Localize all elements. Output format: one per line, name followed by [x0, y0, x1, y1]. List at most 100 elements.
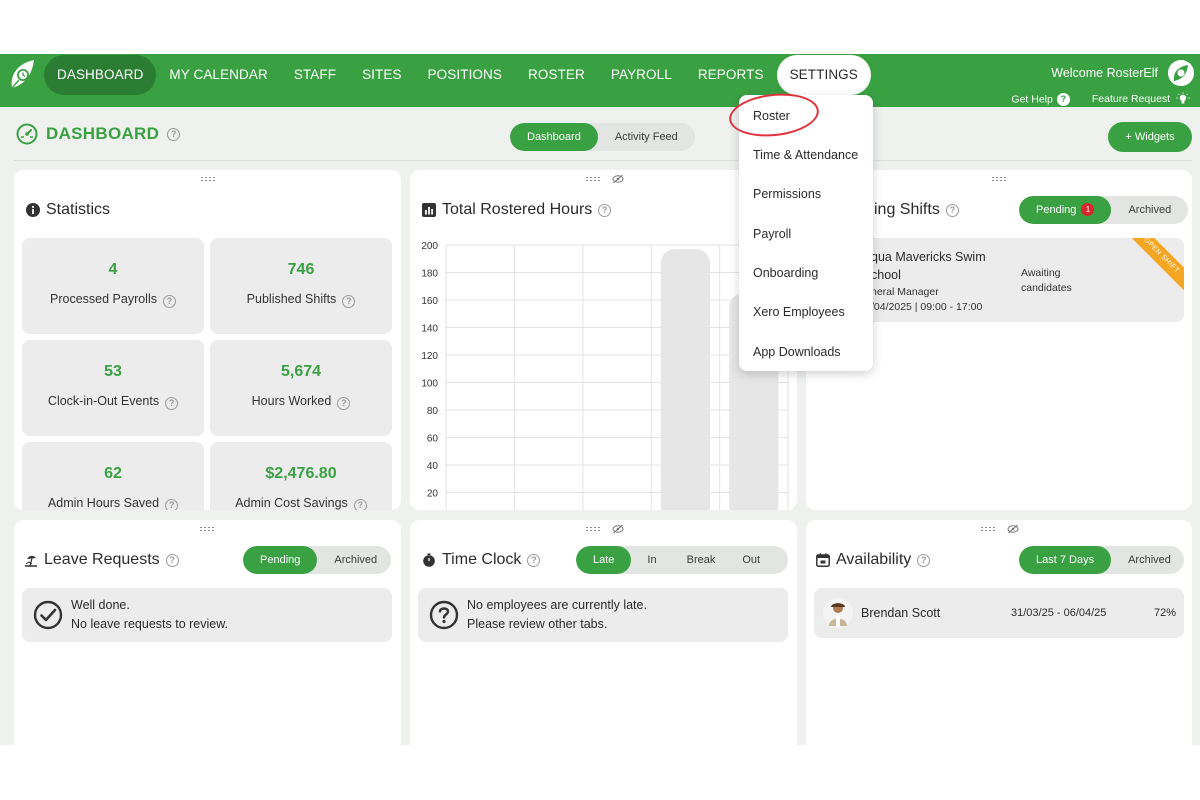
tab-dashboard[interactable]: Dashboard [510, 123, 598, 151]
rosterelf-logo-icon[interactable] [8, 58, 38, 92]
help-icon[interactable]: ? [165, 553, 179, 567]
nav-payroll[interactable]: PAYROLL [598, 55, 685, 95]
stat-value: 53 [104, 363, 122, 380]
help-icon[interactable]: ? [167, 127, 181, 141]
stopwatch-icon [423, 553, 435, 567]
nav-settings[interactable]: SETTINGS [776, 55, 871, 95]
tab-in[interactable]: In [631, 546, 672, 574]
chart-y-tick-label: 180 [421, 269, 438, 280]
dashboard-view-tabs: Dashboard Activity Feed [510, 123, 695, 151]
page-title: DASHBOARD [46, 124, 160, 143]
stat-label: Admin Hours Saved? [22, 496, 204, 510]
stat-tile-hours-worked: 5,674 Hours Worked? [210, 340, 392, 436]
drag-handle-icon[interactable] [585, 526, 601, 532]
header-divider [14, 160, 1192, 161]
shift-status-cont: candidates [1021, 282, 1072, 294]
leave-message-text: Well done. No leave requests to review. [71, 596, 228, 634]
tab-activity-feed[interactable]: Activity Feed [598, 123, 695, 151]
help-icon[interactable]: ? [945, 203, 959, 217]
settings-menu-xero-employees[interactable]: Xero Employees [753, 305, 845, 319]
drag-handle-icon[interactable] [991, 176, 1007, 182]
tab-late[interactable]: Late [576, 546, 632, 574]
help-links: Get Help? Feature Request [1011, 92, 1190, 106]
nav-staff[interactable]: STAFF [281, 55, 349, 95]
chart-y-tick-label: 40 [427, 461, 439, 472]
tab-pending[interactable]: Pending [243, 546, 318, 574]
chart-y-tick-label: 20 [427, 489, 439, 500]
nav-my-calendar[interactable]: MY CALENDAR [156, 55, 280, 95]
employee-avatar [823, 598, 853, 628]
stat-tile-processed-payrolls: 4 Processed Payrolls? [22, 238, 204, 334]
stat-value: 5,674 [280, 363, 322, 380]
open-shifts-title: ing Shifts ? [874, 201, 959, 219]
help-icon[interactable]: ? [598, 203, 612, 217]
help-icon[interactable]: ? [337, 397, 351, 410]
chart-bar [660, 249, 711, 510]
nav-positions[interactable]: POSITIONS [415, 55, 515, 95]
drag-handle-icon[interactable] [199, 526, 215, 532]
rostered-hours-title-text: Total Rostered Hours [442, 201, 593, 218]
settings-menu-onboarding[interactable]: Onboarding [753, 266, 818, 280]
time-clock-message-line1: No employees are currently late. [467, 598, 647, 612]
settings-menu-time-attendance[interactable]: Time & Attendance [753, 148, 858, 162]
tab-pending[interactable]: Pending 1 [1019, 196, 1112, 224]
nav-sites[interactable]: SITES [349, 55, 415, 95]
beach-icon [25, 555, 37, 567]
help-icon[interactable]: ? [165, 499, 179, 510]
tab-out[interactable]: Out [729, 546, 773, 574]
rostered-hours-title: Total Rostered Hours ? [422, 201, 612, 219]
open-shifts-tabs: Pending 1 Archived [1019, 196, 1189, 224]
tab-pending-label: Pending [1036, 204, 1077, 216]
availability-title: Availability ? [816, 551, 931, 569]
stat-value: 746 [287, 261, 315, 278]
nav-reports[interactable]: REPORTS [685, 55, 777, 95]
hide-widget-icon[interactable] [612, 524, 624, 534]
help-icon[interactable]: ? [527, 553, 541, 567]
open-shift-ribbon: OPEN SHIFT [1123, 238, 1184, 294]
statistics-title: Statistics [26, 201, 110, 219]
shift-datetime: /04/2025 | 09:00 - 17:00 [871, 301, 983, 313]
help-icon[interactable]: ? [342, 295, 356, 308]
feature-request-link[interactable]: Feature Request [1092, 92, 1190, 106]
check-circle-icon [33, 600, 63, 630]
time-clock-title-text: Time Clock [442, 551, 522, 568]
stat-label-text: Hours Worked [251, 394, 332, 408]
availability-row[interactable]: Brendan Scott 31/03/25 - 06/04/25 72% [814, 588, 1184, 638]
tab-archived[interactable]: Archived [1111, 196, 1188, 224]
leave-tabs: Pending Archived [243, 546, 391, 574]
stat-value: $2,476.80 [265, 465, 337, 482]
tab-last-7-days[interactable]: Last 7 Days [1019, 546, 1112, 574]
drag-handle-icon[interactable] [200, 176, 216, 182]
open-shifts-title-text: ing Shifts [874, 201, 940, 218]
time-clock-title: Time Clock ? [422, 551, 541, 569]
statistics-card: Statistics 4 Processed Payrolls? 746 Pub… [14, 170, 401, 510]
settings-menu-permissions[interactable]: Permissions [753, 187, 821, 201]
hide-widget-icon[interactable] [1007, 524, 1019, 534]
tab-archived[interactable]: Archived [1111, 546, 1184, 574]
help-icon[interactable]: ? [165, 397, 179, 410]
welcome-text[interactable]: Welcome RosterElf [1051, 66, 1158, 80]
nav-dashboard[interactable]: DASHBOARD [44, 55, 157, 95]
nav-roster[interactable]: ROSTER [515, 55, 598, 95]
user-avatar-icon[interactable] [1168, 60, 1194, 86]
info-icon [26, 203, 40, 217]
settings-menu-app-downloads[interactable]: App Downloads [753, 345, 841, 359]
chart-y-tick-label: 200 [421, 241, 438, 252]
help-icon[interactable]: ? [163, 295, 176, 308]
tab-break[interactable]: Break [673, 546, 730, 574]
shift-site: qua Mavericks Swim [871, 250, 986, 264]
add-widgets-button[interactable]: + Widgets [1108, 122, 1192, 152]
stat-label: Processed Payrolls? [22, 292, 204, 308]
chart-y-tick-label: 60 [427, 434, 439, 445]
drag-handle-icon[interactable] [980, 526, 996, 532]
help-icon[interactable]: ? [917, 553, 931, 567]
hide-widget-icon[interactable] [612, 174, 624, 184]
settings-menu-payroll[interactable]: Payroll [753, 227, 791, 241]
drag-handle-icon[interactable] [585, 176, 601, 182]
tab-archived[interactable]: Archived [317, 546, 391, 574]
stat-label: Hours Worked? [210, 394, 392, 410]
help-icon[interactable]: ? [353, 499, 367, 510]
availability-card: Availability ? Last 7 Days Archived Bren… [806, 520, 1192, 760]
shift-site-cont: chool [871, 268, 901, 282]
get-help-link[interactable]: Get Help? [1011, 92, 1070, 106]
